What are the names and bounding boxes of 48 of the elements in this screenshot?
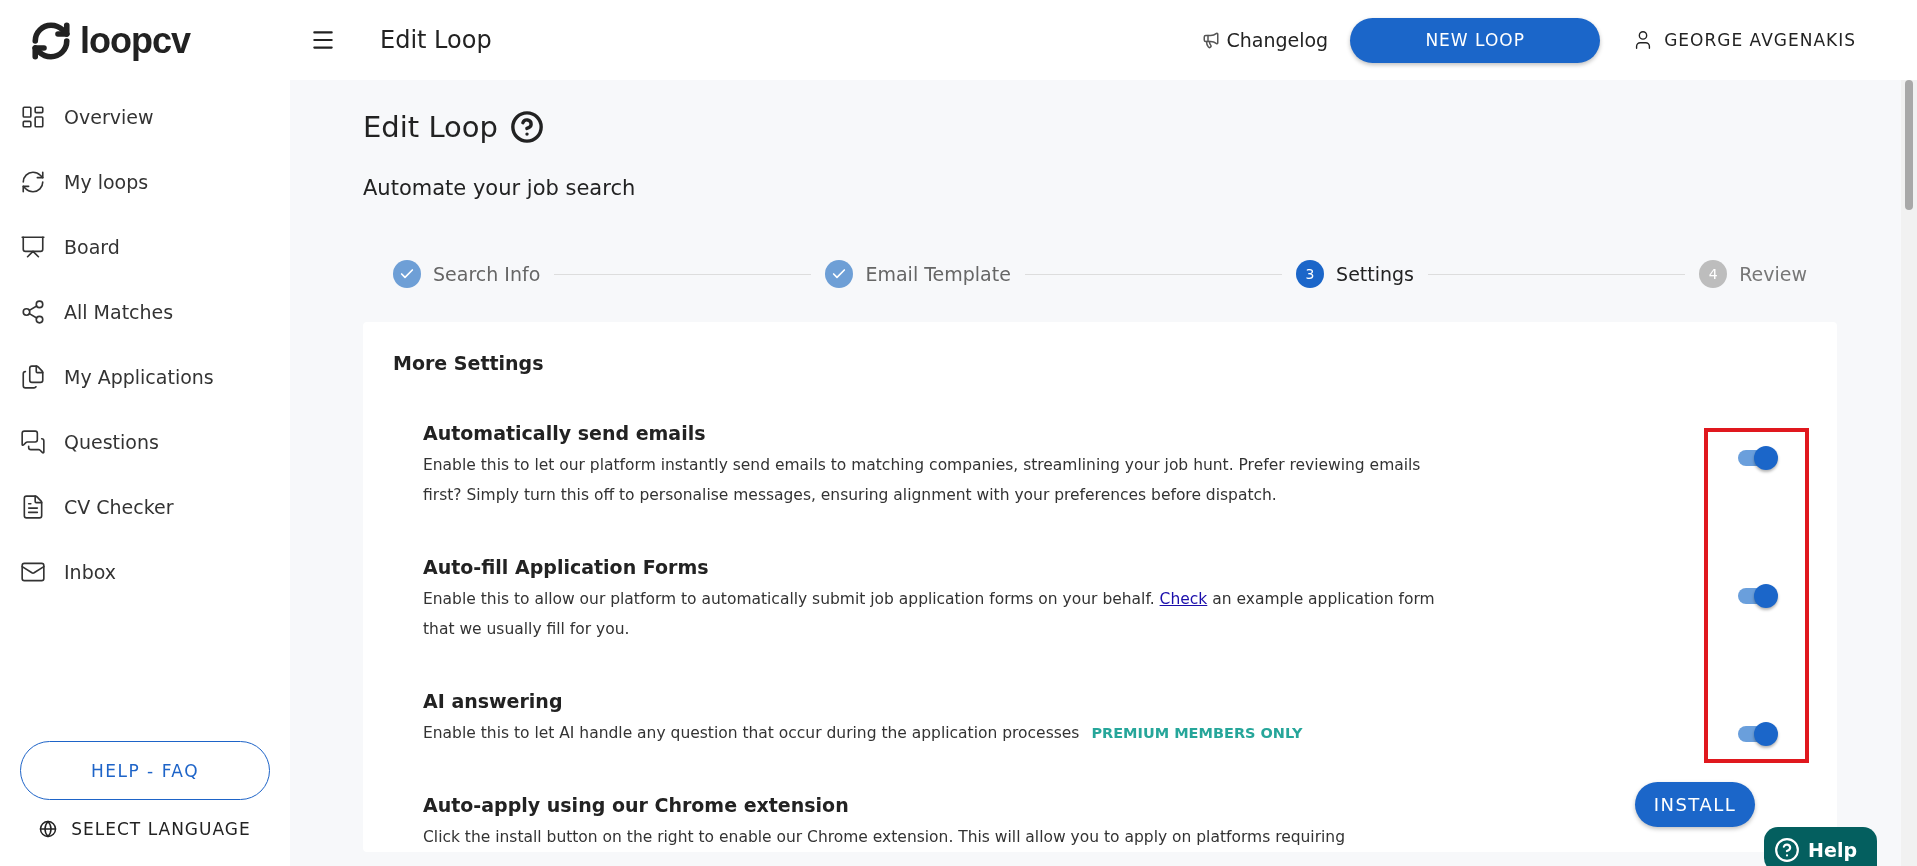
subtitle: Automate your job search [363,176,637,200]
sidebar-item[interactable]: My loops [0,149,290,214]
sidebar-item[interactable]: Questions [0,409,290,474]
sidebar-item[interactable]: CV Checker [0,474,290,539]
sidebar-item[interactable]: Overview [0,84,290,149]
megaphone-icon [1202,31,1221,49]
help-icon[interactable] [509,110,544,144]
help-chat-button[interactable]: Help [1764,827,1877,866]
sidebar-item[interactable]: Board [0,214,290,279]
setting-description: Enable this to allow our platform to automatically submit job application forms on your behalf. Check an example application form that we usually fill for you. [423,589,1436,640]
setting-title: Auto-apply using our Chrome extension [423,794,850,816]
setting-description: Enable this to let our platform instantly send emails to matching companies, streamlining your job hunt. Prefer reviewing emails first? Simply turn this off to personalise messages, ensuring alignment with your preferences before dispatch. [423,455,1422,506]
step-label: Search Info [433,263,541,285]
setting-title: Automatically send emails [423,422,707,444]
step-label: Email Template [865,263,1011,285]
premium-label: PREMIUM MEMBERS ONLY [1091,725,1303,741]
documents-icon [20,363,46,390]
page-title: Edit Loop [380,26,492,54]
user-menu[interactable]: GEORGE AVGENAKIS [1626,28,1862,52]
scrollbar[interactable] [1901,80,1917,866]
help-faq-button[interactable]: HELP - FAQ [20,741,270,800]
presentation-board-icon [20,233,46,260]
setting-description: Enable this to let AI handle any question that occur during the application processes [423,724,1080,742]
setting-title: Auto-fill Application Forms [423,556,710,578]
step-indicator: 3 [1296,260,1325,288]
help-icon [1774,836,1801,863]
step-label: Settings [1336,263,1414,285]
dashboard-icon [20,103,46,130]
refresh-icon [20,168,46,195]
new-loop-button[interactable]: NEW LOOP [1350,17,1601,63]
section-heading: More Settings [393,352,545,374]
install-button[interactable]: INSTALL [1635,782,1755,827]
logo-text: loopcv [80,20,190,62]
step-indicator: 4 [1699,260,1728,288]
heading: Edit Loop [363,110,498,144]
chat-bubbles-icon [20,428,46,455]
globe-icon [39,820,58,838]
network-icon [20,298,46,325]
step-label: Review [1739,263,1807,285]
sidebar-item[interactable]: My Applications [0,344,290,409]
sidebar-item[interactable]: Inbox [0,539,290,604]
check-link[interactable]: Check [1159,590,1208,608]
setting-title: AI answering [423,690,564,712]
changelog-link[interactable]: Changelog [1202,29,1329,51]
setting-description: Click the install button on the right to enable our Chrome extension. This will allow you to apply on platforms requiring [423,827,1346,848]
logo-icon [30,20,72,62]
sidebar-item[interactable]: All Matches [0,279,290,344]
language-selector[interactable]: SELECT LANGUAGE [33,818,257,840]
